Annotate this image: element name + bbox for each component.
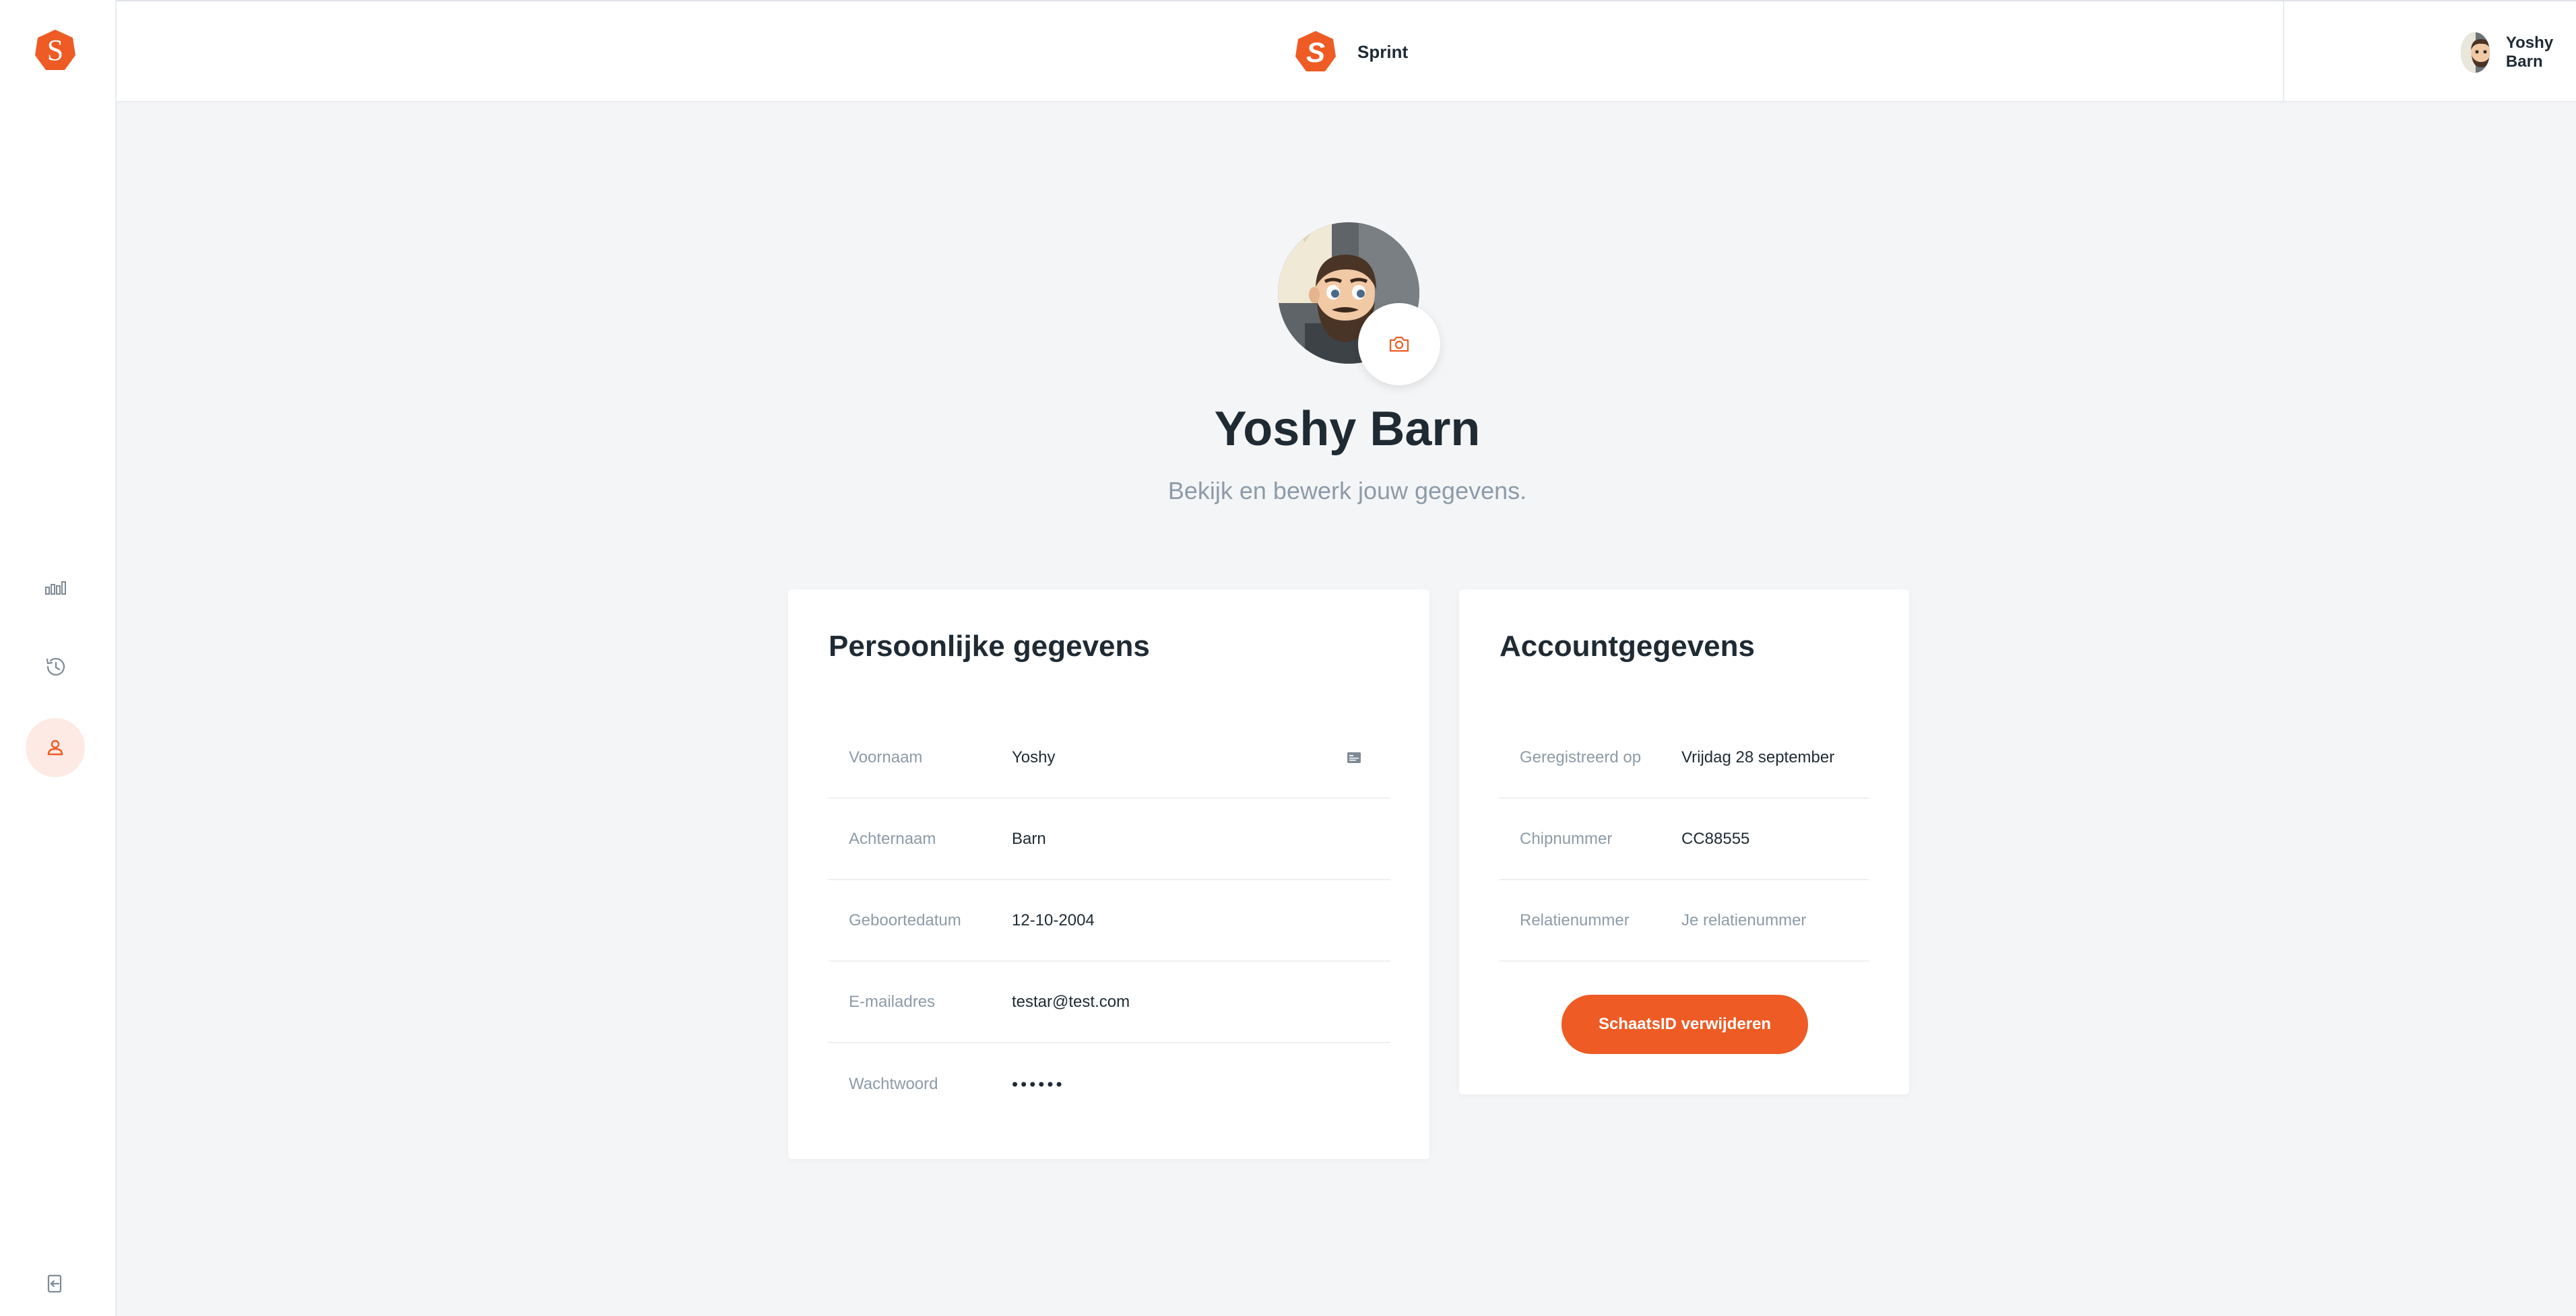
registered-row: Geregistreerd op Vrijdag 28 september	[1500, 717, 1869, 799]
user-name: Yoshy Barn	[2505, 34, 2554, 71]
bar-chart-icon	[45, 581, 66, 595]
sidebar-item-history[interactable]	[26, 637, 85, 696]
email-row[interactable]: E-mailadres testar@test.com	[829, 962, 1390, 1043]
delete-account-button[interactable]: SchaatsID verwijderen	[1561, 995, 1808, 1054]
user-menu[interactable]: Yoshy Barn	[2461, 32, 2576, 73]
account-details-title: Accountgegevens	[1500, 630, 1755, 663]
sidebar: S	[0, 0, 117, 1316]
svg-text:S: S	[1306, 36, 1325, 68]
last-name-label: Achternaam	[849, 829, 936, 848]
brand[interactable]: S Sprint	[1294, 30, 1408, 74]
page-subtitle: Bekijk en bewerk jouw gegevens.	[1167, 477, 1527, 504]
chip-number-label: Chipnummer	[1520, 829, 1613, 848]
header-divider	[2283, 1, 2284, 102]
birthdate-value[interactable]: 12-10-2004	[1012, 911, 1095, 930]
first-name-value[interactable]: Yoshy	[1012, 748, 1056, 767]
app-name: Sprint	[1357, 41, 1409, 62]
first-name-row[interactable]: Voornaam Yoshy	[829, 717, 1390, 799]
page-title: Yoshy Barn	[1214, 402, 1481, 456]
registered-value: Vrijdag 28 september	[1681, 748, 1835, 766]
relation-number-label: Relatienummer	[1520, 911, 1630, 929]
sidebar-item-profile[interactable]	[26, 718, 85, 777]
relation-number-input[interactable]: Je relatienummer	[1681, 911, 1806, 930]
change-photo-button[interactable]	[1358, 303, 1440, 385]
personal-details-card: Persoonlijke gegevens Voornaam Yoshy Ach…	[788, 589, 1429, 1159]
app-logo[interactable]: S	[34, 28, 77, 73]
user-icon	[47, 739, 63, 756]
logout-icon	[47, 1274, 62, 1293]
chip-number-value[interactable]: CC88555	[1681, 830, 1749, 849]
registered-label: Geregistreerd op	[1520, 748, 1642, 766]
email-label: E-mailadres	[849, 992, 936, 1011]
sidebar-item-statistics[interactable]	[26, 556, 85, 616]
password-value[interactable]: ••••••	[1012, 1074, 1065, 1094]
password-row[interactable]: Wachtwoord ••••••	[829, 1043, 1390, 1125]
personal-details-title: Persoonlijke gegevens	[829, 630, 1150, 663]
svg-text:S: S	[47, 34, 63, 67]
birthdate-row[interactable]: Geboortedatum 12-10-2004	[829, 880, 1390, 962]
chip-number-row[interactable]: Chipnummer CC88555	[1500, 799, 1869, 880]
account-details-card: Accountgegevens Geregistreerd op Vrijdag…	[1459, 589, 1909, 1094]
last-name-row[interactable]: Achternaam Barn	[829, 799, 1390, 880]
avatar	[2461, 32, 2490, 73]
history-icon	[46, 657, 65, 676]
sprint-logo-icon: S	[1295, 31, 1336, 71]
top-bar: S Sprint Yoshy Barn	[117, 0, 2576, 102]
birthdate-label: Geboortedatum	[849, 911, 961, 929]
first-name-label: Voornaam	[849, 748, 923, 766]
relation-number-row[interactable]: Relatienummer Je relatienummer	[1500, 880, 1869, 962]
id-card-icon[interactable]	[1346, 750, 1362, 766]
email-value[interactable]: testar@test.com	[1012, 993, 1130, 1012]
password-label: Wachtwoord	[849, 1074, 938, 1093]
last-name-value[interactable]: Barn	[1012, 830, 1046, 849]
camera-icon	[1389, 336, 1409, 352]
logout-button[interactable]	[26, 1254, 85, 1313]
